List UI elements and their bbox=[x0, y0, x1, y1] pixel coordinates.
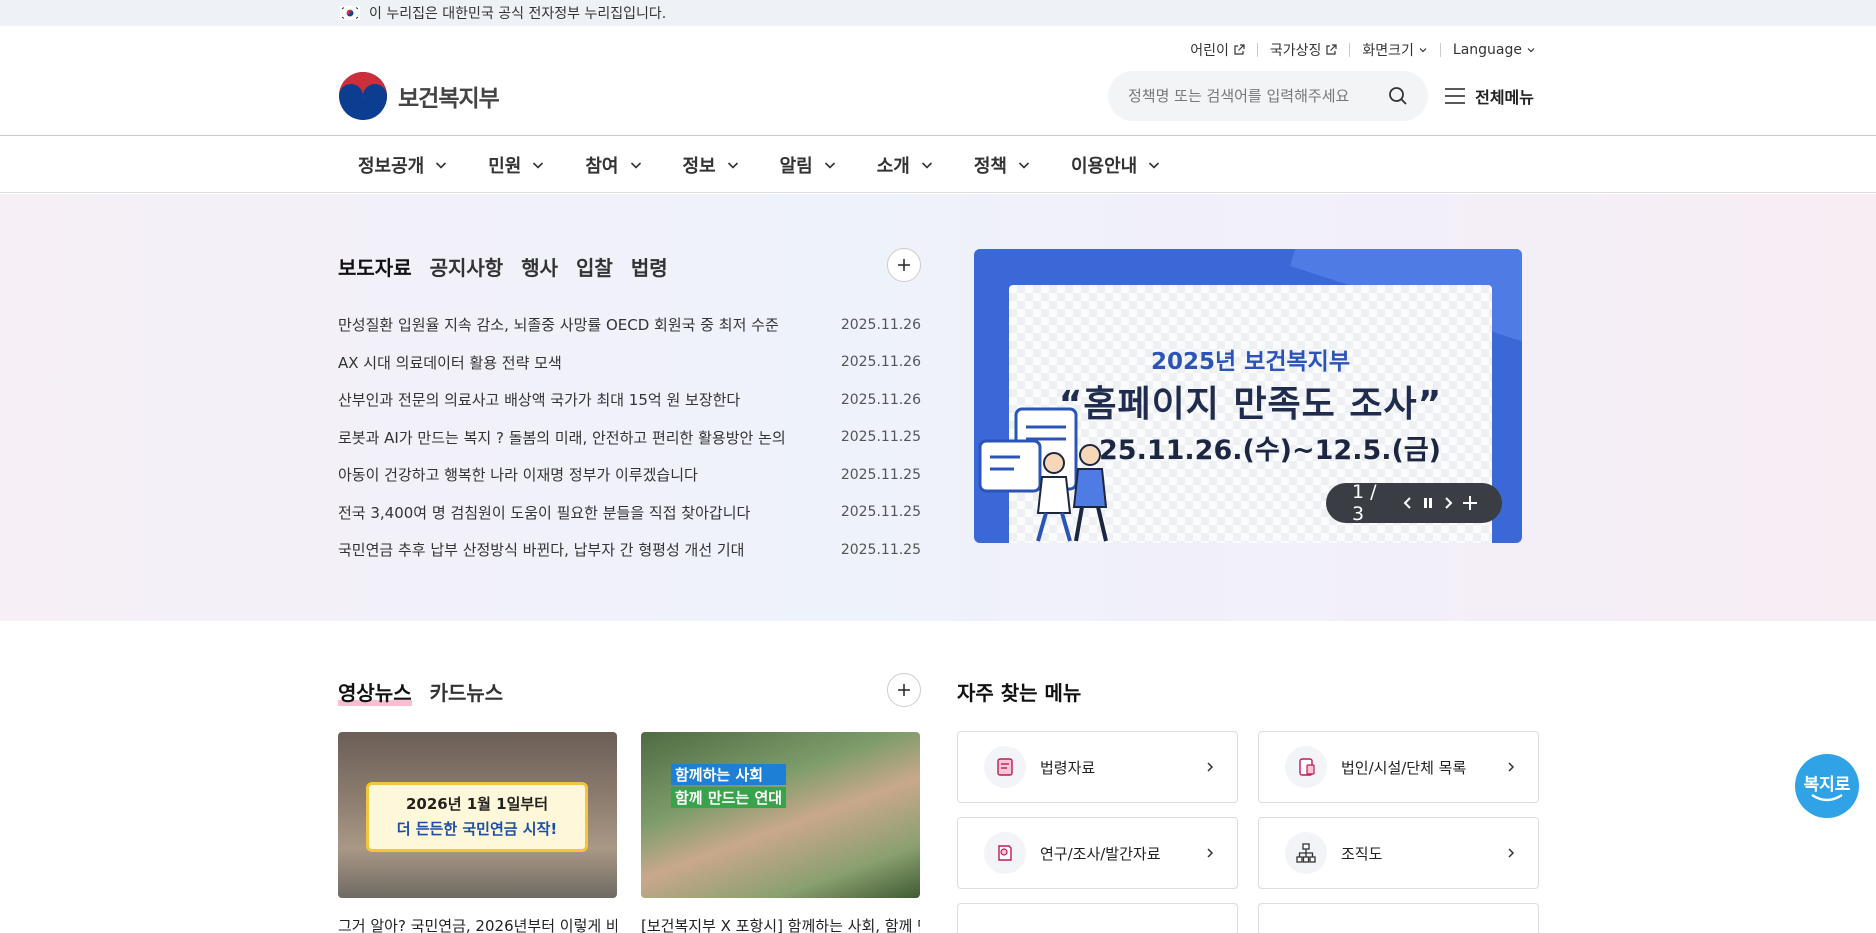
util-language-dropdown[interactable]: Language bbox=[1441, 42, 1536, 58]
list-item[interactable]: 전국 3,400여 명 검침원이 도움이 필요한 분들을 직접 찾아갑니다 202… bbox=[338, 494, 921, 532]
chevron-right-icon bbox=[1445, 497, 1453, 509]
hamburger-menu-icon bbox=[1445, 88, 1466, 104]
chevron-down-icon bbox=[630, 161, 641, 169]
gov-banner: 이 누리집은 대한민국 공식 전자정부 누리집입니다. bbox=[0, 0, 1876, 26]
chevron-down-icon bbox=[1018, 161, 1030, 169]
chatbot-button[interactable]: 복지로 bbox=[1795, 754, 1859, 818]
media-tabs: 영상뉴스 카드뉴스 bbox=[338, 677, 521, 706]
chevron-right-icon bbox=[1207, 848, 1214, 858]
chevron-down-icon bbox=[727, 161, 738, 169]
news-section: 보도자료 공지사항 행사 입찰 법령 만성질환 입원율 지속 감소, 뇌졸중 사… bbox=[0, 194, 1876, 621]
chevron-right-icon bbox=[1207, 762, 1214, 772]
frequent-item-org-chart[interactable]: 조직도 bbox=[1258, 817, 1539, 889]
frequent-item-partial bbox=[957, 903, 1238, 933]
banner-line3: 25.11.26.(수)~12.5.(금) bbox=[1099, 435, 1442, 466]
util-national-symbol-link[interactable]: 국가상징 bbox=[1258, 40, 1350, 60]
list-item[interactable]: 아동이 건강하고 행복한 나라 이재명 정부가 이루겠습니다 2025.11.25 bbox=[338, 456, 921, 494]
tab-video-news[interactable]: 영상뉴스 bbox=[338, 677, 412, 706]
list-item[interactable]: AX 시대 의료데이터 활용 전략 모색 2025.11.26 bbox=[338, 344, 921, 382]
chevron-down-icon bbox=[921, 161, 932, 169]
news-more-button[interactable] bbox=[887, 248, 921, 282]
carousel-prev-button[interactable] bbox=[1402, 495, 1414, 511]
tab-card-news[interactable]: 카드뉴스 bbox=[430, 677, 504, 706]
frequent-item-partial bbox=[1258, 903, 1539, 933]
research-doc-icon bbox=[998, 845, 1012, 861]
banner-line1: 2025년 보건복지부 bbox=[1151, 349, 1350, 375]
chevron-down-icon bbox=[824, 161, 835, 169]
news-tabs: 보도자료 공지사항 행사 입찰 법령 bbox=[338, 252, 686, 281]
video-thumbnail[interactable]: 2026년 1월 1일부터 더 든든한 국민연금 시작! bbox=[338, 732, 617, 898]
util-kids-link[interactable]: 어린이 bbox=[1178, 40, 1257, 60]
tab-bidding[interactable]: 입찰 bbox=[576, 252, 613, 281]
tab-events[interactable]: 행사 bbox=[521, 252, 558, 281]
carousel-pause-button[interactable] bbox=[1422, 495, 1434, 511]
video-thumbnail[interactable]: 함께하는 사회 함께 만드는 연대 bbox=[641, 732, 920, 898]
tab-press-release[interactable]: 보도자료 bbox=[338, 252, 412, 281]
frequent-item-research-publications[interactable]: 연구/조사/발간자료 bbox=[957, 817, 1238, 889]
util-screen-size-dropdown[interactable]: 화면크기 bbox=[1350, 40, 1440, 60]
carousel-more-button[interactable] bbox=[1462, 495, 1478, 511]
plus-icon bbox=[1463, 496, 1477, 510]
all-menu-button[interactable]: 전체메뉴 bbox=[1445, 84, 1534, 108]
smile-icon bbox=[1811, 793, 1843, 801]
gnb-item-notice[interactable]: 알림 bbox=[780, 152, 837, 178]
video-caption[interactable]: 그거 알아? 국민연금, 2026년부터 이렇게 바뀐다 bbox=[338, 915, 617, 933]
list-item[interactable]: 만성질환 입원율 지속 감소, 뇌졸중 사망률 OECD 회원국 중 최저 수준… bbox=[338, 306, 921, 344]
search-input[interactable] bbox=[1128, 87, 1378, 105]
video-caption[interactable]: [보건복지부 X 포항시] 함께하는 사회, 함께 만드는 연대 bbox=[641, 915, 920, 933]
tab-announcements[interactable]: 공지사항 bbox=[430, 252, 504, 281]
utility-menu: 어린이 국가상징 화면크기 Language bbox=[1178, 40, 1536, 60]
list-item[interactable]: 국민연금 추후 납부 산정방식 바뀐다, 납부자 간 형평성 개선 기대 2025… bbox=[338, 531, 921, 569]
chevron-down-icon bbox=[436, 161, 447, 169]
gnb-item-civil-petition[interactable]: 민원 bbox=[488, 152, 545, 178]
chevron-right-icon bbox=[1508, 762, 1515, 772]
site-header: 어린이 국가상징 화면크기 Language 보건복지부 정책명 또는 검색어를… bbox=[0, 26, 1876, 136]
carousel-next-button[interactable] bbox=[1442, 495, 1454, 511]
law-book-icon bbox=[997, 758, 1013, 776]
plus-icon bbox=[898, 684, 910, 696]
chatbot-label: 복지로 bbox=[1803, 774, 1851, 795]
plus-icon bbox=[898, 259, 910, 271]
external-link-icon bbox=[1234, 44, 1245, 55]
gnb-item-information[interactable]: 정보 bbox=[683, 152, 740, 178]
gnb-item-about[interactable]: 소개 bbox=[877, 152, 934, 178]
gov-banner-text: 이 누리집은 대한민국 공식 전자정부 누리집입니다. bbox=[369, 6, 667, 22]
thumbnail-overlay: 2026년 1월 1일부터 더 든든한 국민연금 시작! bbox=[366, 782, 588, 852]
search-box bbox=[1108, 71, 1428, 121]
chevron-down-icon bbox=[1419, 48, 1427, 53]
chevron-left-icon bbox=[1403, 497, 1411, 509]
list-item[interactable]: 산부인과 전문의 의료사고 배상액 국가가 최대 15억 원 보장한다 2025.… bbox=[338, 381, 921, 419]
thumbnail-overlay: 함께하는 사회 함께 만드는 연대 bbox=[671, 764, 787, 810]
chevron-right-icon bbox=[1508, 848, 1515, 858]
promo-banner-carousel[interactable]: 2025년 보건복지부 “홈페이지 만족도 조사” 25.11.26.(수)~1… bbox=[974, 249, 1522, 543]
frequent-item-law-data[interactable]: 법령자료 bbox=[957, 731, 1238, 803]
tab-legislation[interactable]: 법령 bbox=[631, 252, 668, 281]
carousel-controls: 1 / 3 bbox=[1326, 481, 1502, 525]
media-more-button[interactable] bbox=[887, 673, 921, 707]
gnb-item-info-disclosure[interactable]: 정보공개 bbox=[358, 152, 448, 178]
news-list: 만성질환 입원율 지속 감소, 뇌졸중 사망률 OECD 회원국 중 최저 수준… bbox=[338, 306, 921, 569]
carousel-page-indicator: 1 / 3 bbox=[1352, 481, 1377, 525]
search-icon bbox=[1389, 87, 1407, 105]
chevron-down-icon bbox=[1149, 161, 1160, 169]
frequent-item-corporation-list[interactable]: 법인/시설/단체 목록 bbox=[1258, 731, 1539, 803]
korea-flag-icon bbox=[340, 6, 360, 20]
gnb-item-policy[interactable]: 정책 bbox=[974, 152, 1031, 178]
org-chart-icon bbox=[1296, 843, 1316, 863]
frequent-menu-title: 자주 찾는 메뉴 bbox=[957, 681, 1082, 705]
main-navigation: 정보공개 민원 참여 정보 알림 소개 정책 이용안내 bbox=[0, 136, 1876, 193]
pause-icon bbox=[1424, 498, 1432, 508]
gnb-item-guide[interactable]: 이용안내 bbox=[1071, 152, 1161, 178]
survey-illustration-icon bbox=[978, 407, 1108, 542]
list-item[interactable]: 로봇과 AI가 만드는 복지 ? 돌봄의 미래, 안전하고 편리한 활용방안 논… bbox=[338, 419, 921, 457]
chevron-down-icon bbox=[1527, 48, 1535, 53]
logo-text: 보건복지부 bbox=[398, 86, 500, 112]
document-list-icon bbox=[1299, 758, 1315, 776]
gnb-item-participation[interactable]: 참여 bbox=[585, 152, 642, 178]
site-logo[interactable]: 보건복지부 bbox=[338, 71, 500, 121]
taeguk-logo-icon bbox=[339, 72, 387, 120]
external-link-icon bbox=[1326, 44, 1337, 55]
chevron-down-icon bbox=[533, 161, 544, 169]
search-button[interactable] bbox=[1388, 86, 1408, 106]
